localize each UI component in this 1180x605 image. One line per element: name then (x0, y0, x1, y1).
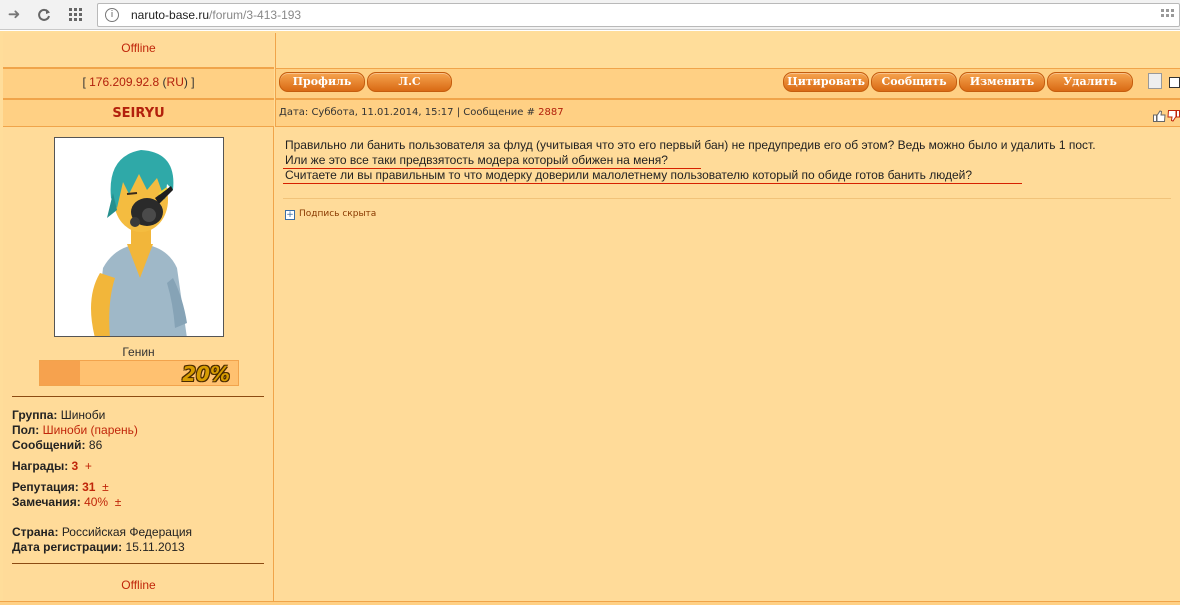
user-gender: Пол: Шиноби (парень) (12, 423, 138, 437)
user-warnings: Замечания: 40% ± (12, 495, 121, 509)
username[interactable]: SEIRYU (3, 99, 274, 127)
prev-post-status: Offline (3, 33, 274, 68)
level-progress-label: 20% (182, 362, 230, 386)
level-progress-fill (40, 361, 80, 385)
gender-value: Шиноби (парень) (42, 423, 138, 437)
url-path: /forum/3-413-193 (209, 8, 302, 22)
change-warnings-button[interactable]: ± (115, 495, 122, 509)
avatar[interactable] (54, 137, 224, 337)
select-post-checkbox[interactable] (1169, 77, 1180, 88)
forward-arrow-icon[interactable]: ➜ (4, 5, 24, 25)
broken-image-icon (1148, 73, 1162, 89)
red-underline (283, 168, 701, 169)
post-date: Дата: Суббота, 11.01.2014, 15:17 | Сообщ… (279, 107, 539, 118)
user-group: Группа: Шиноби (12, 408, 105, 422)
post-line: Или же это все таки предвзятость модера … (285, 153, 668, 167)
post-meta: Дата: Суббота, 11.01.2014, 15:17 | Сообщ… (275, 99, 1180, 127)
divider (12, 563, 264, 564)
user-posts: Сообщений: 86 (12, 438, 102, 452)
ip-link[interactable]: 176.209.92.8 (89, 75, 159, 89)
bottom-border (0, 601, 1180, 605)
url-host: naruto-base.ru (131, 8, 210, 22)
signature-toggle[interactable]: + Подпись скрыта (285, 209, 376, 220)
offline-status: Offline (121, 41, 156, 55)
report-button[interactable]: Сообщить (871, 72, 957, 92)
country-link[interactable]: RU (167, 75, 184, 89)
red-underline (283, 183, 1022, 184)
posts-value: 86 (88, 438, 103, 452)
add-award-button[interactable]: + (85, 459, 92, 473)
url-text[interactable]: naruto-base.ru/forum/3-413-193 (131, 8, 301, 22)
awards-label: Награды: (12, 459, 69, 473)
profile-button[interactable]: Профиль (279, 72, 365, 92)
quote-button[interactable]: Цитировать (783, 72, 869, 92)
extensions-icon[interactable] (1161, 9, 1175, 21)
avatar-illustration (55, 138, 223, 336)
change-reputation-button[interactable]: ± (102, 480, 109, 494)
user-country: Страна: Российская Федерация (12, 525, 192, 539)
reload-icon[interactable] (34, 5, 54, 25)
ip-row: [ 176.209.92.8 (RU) ] (3, 68, 274, 99)
private-message-button[interactable]: Л.С (367, 72, 452, 92)
address-bar[interactable]: i naruto-base.ru/forum/3-413-193 (97, 3, 1180, 27)
offline-status: Offline (121, 578, 156, 592)
post-body: Правильно ли банить пользователя за флуд… (275, 127, 1180, 601)
prev-post-body (275, 33, 1180, 68)
divider (283, 198, 1171, 199)
warnings-label: Замечания: (12, 495, 81, 509)
user-reputation: Репутация: 31 ± (12, 480, 109, 494)
post-number-link[interactable]: 2887 (538, 107, 563, 118)
user-registered: Дата регистрации: 15.11.2013 (12, 540, 185, 554)
signature-label[interactable]: Подпись скрыта (299, 209, 376, 219)
user-rank: Генин (122, 345, 155, 359)
bracket: ) ] (183, 75, 195, 89)
gender-label: Пол: (12, 423, 40, 437)
edit-button[interactable]: Изменить (959, 72, 1045, 92)
warnings-link[interactable]: 40% (84, 495, 108, 509)
post-message: Правильно ли банить пользователя за флуд… (285, 138, 1096, 183)
apps-grid-icon[interactable] (66, 5, 86, 25)
level-progress-bar: 20% (39, 360, 239, 386)
plus-box-icon[interactable]: + (285, 210, 295, 220)
user-awards: Награды: 3 + (12, 459, 92, 473)
group-label: Группа: (12, 408, 58, 422)
registered-value: 15.11.2013 (125, 540, 185, 554)
bracket: ( (159, 75, 167, 89)
post-actions-bar: Профиль Л.С Цитировать Сообщить Изменить… (275, 68, 1180, 99)
posts-label: Сообщений: (12, 438, 86, 452)
country-value: Российская Федерация (61, 525, 193, 539)
delete-button[interactable]: Удалить (1047, 72, 1133, 92)
post-line: Считаете ли вы правильным то что модерку… (285, 168, 973, 182)
page-info-icon[interactable]: i (105, 8, 119, 22)
divider (12, 396, 264, 397)
reputation-label: Репутация: (12, 480, 79, 494)
registered-label: Дата регистрации: (12, 540, 123, 554)
user-profile-panel: Генин 20% Группа: Шиноби Пол: Шиноби (па… (3, 127, 274, 601)
country-label: Страна: (12, 525, 59, 539)
reputation-link[interactable]: 31 (82, 480, 95, 494)
group-value: Шиноби (60, 408, 106, 422)
awards-link[interactable]: 3 (72, 459, 79, 473)
browser-toolbar: ➜ i naruto-base.ru/forum/3-413-193 (0, 0, 1180, 30)
post-line: Правильно ли банить пользователя за флуд… (285, 138, 1096, 152)
